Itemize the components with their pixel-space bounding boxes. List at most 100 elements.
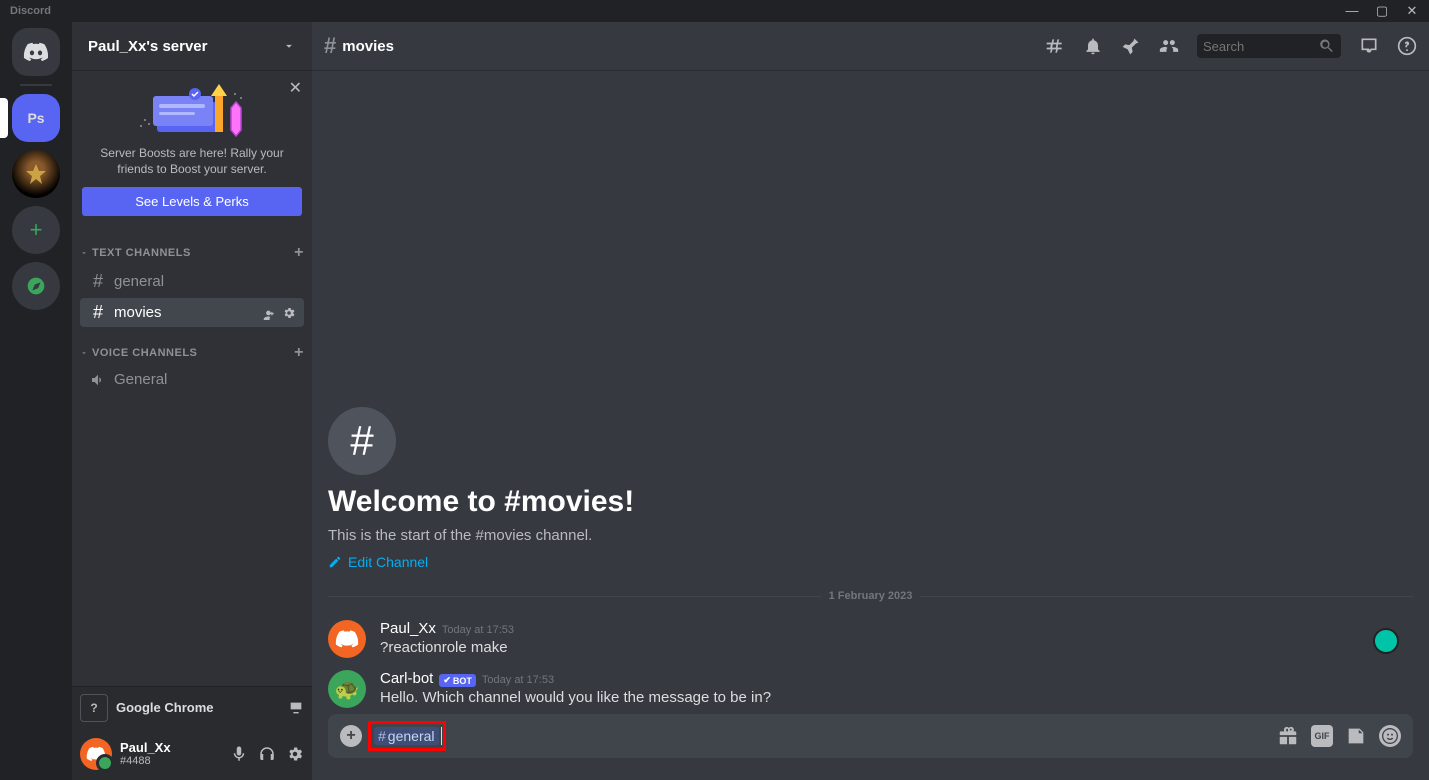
message-input[interactable]: + #general GIF [328, 714, 1413, 758]
date-divider: 1 February 2023 [328, 590, 1413, 602]
welcome-subtitle: This is the start of the #movies channel… [328, 527, 1413, 544]
mic-icon[interactable] [230, 745, 248, 763]
message: Paul_Xx Today at 17:53 ?reactionrole mak… [328, 614, 1413, 664]
server-initials: Ps [27, 110, 44, 126]
smile-icon [1382, 728, 1398, 744]
channel-label: General [114, 371, 296, 388]
user-tag: #4488 [120, 755, 230, 767]
floating-widget[interactable] [1373, 628, 1399, 654]
close-icon[interactable]: ✕ [289, 78, 302, 98]
message-timestamp: Today at 17:53 [442, 624, 514, 636]
discord-logo-icon [86, 744, 106, 764]
avatar[interactable]: 🐢 [328, 670, 366, 708]
speaker-icon [88, 372, 108, 388]
home-button[interactable] [12, 28, 60, 76]
boost-button[interactable]: See Levels & Perks [82, 187, 302, 216]
stream-icon[interactable] [288, 700, 304, 716]
server-item-current[interactable]: Ps [12, 94, 60, 142]
server-list: Ps + [0, 22, 72, 780]
message-author[interactable]: Carl-bot [380, 670, 433, 687]
boost-art [82, 82, 302, 142]
pencil-icon [328, 555, 342, 569]
window-maximize-button[interactable]: ▢ [1369, 2, 1395, 20]
server-header[interactable]: Paul_Xx's server [72, 22, 312, 70]
chat-area: # movies # Welcome to #movies! [312, 22, 1429, 780]
server-icon [24, 162, 48, 186]
sticker-icon[interactable] [1345, 725, 1367, 747]
boost-text: Server Boosts are here! Rally your frien… [82, 142, 302, 181]
activity-name: Google Chrome [116, 700, 288, 715]
message: 🐢 Carl-bot ✔ BOT Today at 17:53 Hello. W… [328, 664, 1413, 714]
edit-channel-label: Edit Channel [348, 554, 428, 570]
search-input[interactable] [1203, 39, 1318, 54]
hash-icon: # [88, 271, 108, 292]
channel-mention-chip[interactable]: #general [374, 727, 439, 745]
avatar[interactable] [80, 738, 112, 770]
gif-button[interactable]: GIF [1311, 725, 1333, 747]
chevron-down-icon [282, 39, 296, 53]
gift-icon[interactable] [1277, 725, 1299, 747]
server-separator [20, 84, 52, 86]
welcome-title: Welcome to #movies! [328, 485, 1413, 519]
server-item-other[interactable] [12, 150, 60, 198]
server-name: Paul_Xx's server [88, 38, 208, 55]
date-label: 1 February 2023 [821, 590, 921, 602]
headphones-icon[interactable] [258, 745, 276, 763]
window-minimize-button[interactable]: — [1339, 2, 1365, 20]
message-timestamp: Today at 17:53 [482, 674, 554, 686]
discord-logo-icon [23, 42, 49, 62]
category-label: VOICE CHANNELS [92, 347, 197, 359]
channel-general[interactable]: # general [80, 267, 304, 296]
explore-servers-button[interactable] [12, 262, 60, 310]
search-bar[interactable] [1197, 34, 1341, 58]
welcome-block: # Welcome to #movies! This is the start … [328, 407, 1413, 570]
help-icon[interactable] [1397, 36, 1417, 56]
channel-welcome-icon: # [328, 407, 396, 475]
mention-text: general [388, 728, 435, 744]
window-close-button[interactable]: ✕ [1399, 2, 1425, 20]
activity-icon: ? [80, 694, 108, 722]
search-icon [1318, 36, 1335, 56]
emoji-button[interactable] [1379, 725, 1401, 747]
channel-title: movies [342, 38, 394, 55]
chevron-down-icon [80, 349, 88, 357]
user-panel: Paul_Xx #4488 [72, 728, 312, 780]
boost-card: ✕ Server Boosts are here! Rally your fri… [72, 70, 312, 228]
category-voice-channels[interactable]: VOICE CHANNELS + [72, 328, 312, 366]
category-text-channels[interactable]: TEXT CHANNELS + [72, 228, 312, 266]
bell-icon[interactable] [1083, 36, 1103, 56]
add-channel-button[interactable]: + [294, 244, 304, 262]
user-info[interactable]: Paul_Xx #4488 [120, 741, 230, 767]
add-server-button[interactable]: + [12, 206, 60, 254]
hash-icon: # [88, 302, 108, 323]
bot-badge: ✔ BOT [439, 674, 476, 687]
gear-icon[interactable] [282, 306, 296, 320]
category-label: TEXT CHANNELS [92, 247, 191, 259]
attach-button[interactable]: + [340, 725, 362, 747]
gear-icon[interactable] [286, 745, 304, 763]
message-text: ?reactionrole make [380, 639, 514, 656]
chevron-down-icon [80, 249, 88, 257]
message-text: Hello. Which channel would you like the … [380, 689, 771, 706]
edit-channel-link[interactable]: Edit Channel [328, 554, 1413, 570]
inbox-icon[interactable] [1359, 36, 1379, 56]
message-author[interactable]: Paul_Xx [380, 620, 436, 637]
channel-label: movies [114, 304, 262, 321]
channel-movies[interactable]: # movies [80, 298, 304, 327]
add-channel-button[interactable]: + [294, 344, 304, 362]
text-cursor [441, 727, 442, 745]
threads-icon[interactable] [1045, 36, 1065, 56]
activity-panel: ? Google Chrome [72, 686, 312, 728]
hash-icon: # [324, 33, 336, 59]
username: Paul_Xx [120, 741, 230, 755]
invite-icon[interactable] [262, 306, 276, 320]
voice-channel-general[interactable]: General [80, 367, 304, 392]
pin-icon[interactable] [1121, 36, 1141, 56]
members-icon[interactable] [1159, 36, 1179, 56]
app-logo-text: Discord [4, 5, 51, 17]
channel-header: # movies [312, 22, 1429, 70]
message-list: # Welcome to #movies! This is the start … [312, 70, 1429, 714]
channel-label: general [114, 273, 296, 290]
discord-logo-icon [335, 630, 359, 648]
avatar[interactable] [328, 620, 366, 658]
